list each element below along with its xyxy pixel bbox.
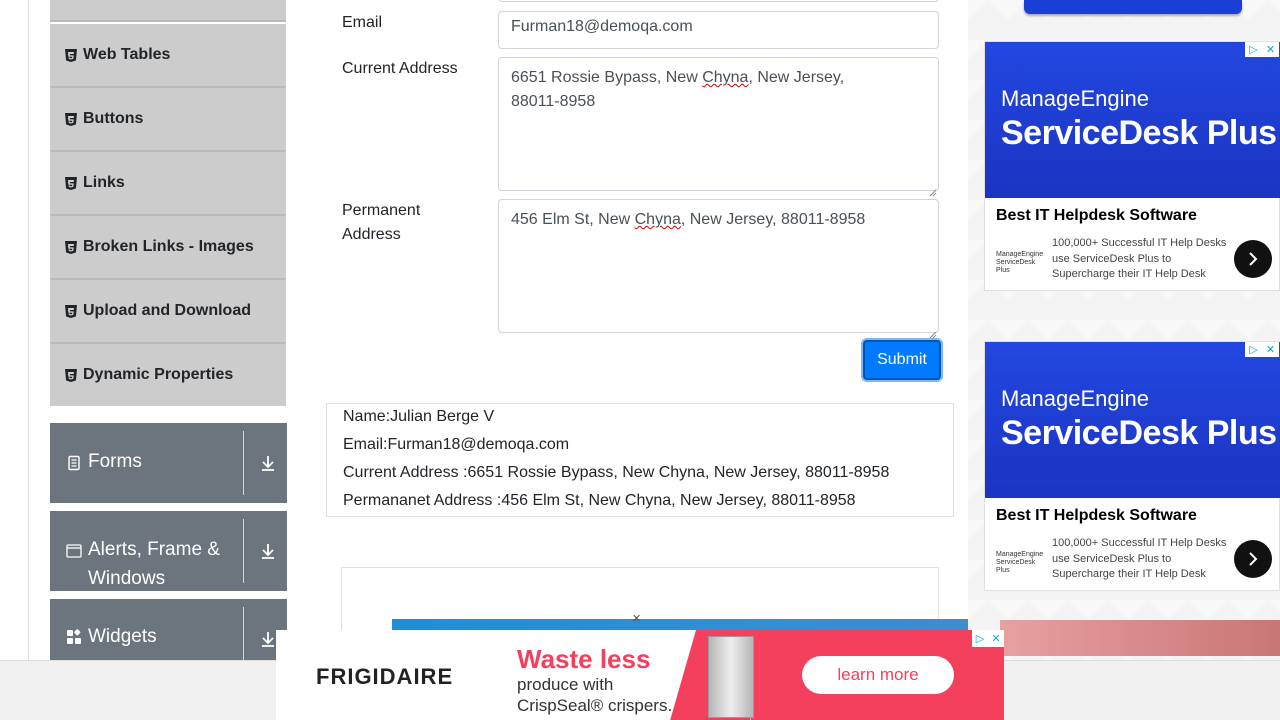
widgets-icon (66, 629, 82, 645)
html5-icon (65, 48, 77, 62)
current-address-field[interactable]: 6651 Rossie Bypass, New Chyna, New Jerse… (498, 57, 939, 197)
ad-headline: Best IT Helpdesk Software (996, 207, 1197, 224)
email-label: Email (342, 14, 383, 31)
group-divider (243, 431, 244, 495)
adchoices-icon[interactable]: ▷ ✕ (1245, 342, 1279, 357)
sidebar-item-label: Web Tables (83, 46, 171, 63)
sidebar-item-label: Upload and Download (83, 302, 251, 319)
ad-tagline-line: CrispSeal® crispers. (517, 696, 673, 715)
ad-tagline: produce with CrispSeal® crispers. (517, 674, 672, 716)
adchoices-icon[interactable]: ▷ ✕ (1245, 42, 1279, 57)
permanent-address-label: Permanent Address (342, 202, 421, 243)
group-alerts-label: Alerts, Frame & Windows (88, 539, 220, 589)
download-icon[interactable] (258, 629, 278, 654)
chevron-right-icon[interactable] (1234, 240, 1272, 278)
sidebar-item-dynamic-properties[interactable]: Dynamic Properties (50, 344, 286, 406)
ad-headline: Waste less (517, 644, 651, 674)
output-email: Email:Furman18@demoqa.com (343, 436, 570, 453)
learn-more-button[interactable]: learn more (802, 656, 954, 694)
current-address-text: 88011-8958 (511, 93, 596, 110)
output-name: Name:Julian Berge V (343, 408, 495, 425)
full-name-input-partial[interactable] (498, 0, 939, 2)
sidebar-item-label: Links (83, 174, 125, 191)
close-icon[interactable]: ✕ (632, 612, 641, 625)
sidebar-item-links[interactable]: Links (50, 152, 286, 216)
html5-icon (65, 304, 77, 318)
current-address-text: 6651 Rossie Bypass, New (511, 69, 703, 86)
frigidaire-ad[interactable]: FRIGIDAIRE Waste less produce with Crisp… (276, 630, 1004, 720)
ad-brand: ManageEngine (1001, 86, 1150, 111)
group-divider (243, 519, 244, 583)
top-ad-button[interactable] (1024, 0, 1242, 14)
submit-button[interactable]: Submit (863, 340, 941, 380)
email-field[interactable]: Furman18@demoqa.com (498, 11, 939, 49)
permanent-address-text: 456 Elm St, New (511, 211, 635, 228)
sidebar-item-upload-download[interactable]: Upload and Download (50, 280, 286, 344)
output-panel: Name:Julian Berge V Email:Furman18@demoq… (326, 403, 954, 517)
page: Web Tables Buttons Links Broken Links - … (0, 0, 1280, 720)
group-forms[interactable]: Forms (50, 423, 287, 503)
spellcheck-word: Chyna (702, 69, 749, 86)
sidebar-item-web-tables[interactable]: Web Tables (50, 24, 286, 88)
window-icon (66, 543, 82, 559)
ad-small-logo: ManageEngine ServiceDesk Plus (996, 551, 1044, 574)
ad-product: ServiceDesk Plus (1001, 114, 1277, 152)
download-icon[interactable] (258, 453, 278, 478)
ad-servicedesk-1[interactable]: ManageEngine ServiceDesk Plus ▷ ✕ Best IT… (984, 41, 1280, 291)
frigidaire-logo: FRIGIDAIRE (316, 664, 454, 689)
ad-description: 100,000+ Successful IT Help Desks use Se… (1052, 537, 1227, 580)
ad-tagline-line: produce with (517, 675, 614, 694)
sidebar-item-label: Buttons (83, 110, 144, 127)
sidebar-item-label: Broken Links - Images (83, 238, 254, 255)
sidebar-item-partial[interactable] (50, 0, 286, 22)
group-forms-label: Forms (88, 451, 142, 472)
email-value: Furman18@demoqa.com (511, 18, 693, 35)
left-divider (28, 0, 29, 660)
permanent-address-text: , New Jersey, 88011-8958 (680, 211, 866, 228)
sidebar-item-buttons[interactable]: Buttons (50, 88, 286, 152)
ad-description: 100,000+ Successful IT Help Desks use Se… (1052, 237, 1227, 280)
right-ad-bottom-strip (1000, 620, 1280, 656)
sidebar-item-label: Dynamic Properties (83, 366, 234, 383)
html5-icon (65, 112, 77, 126)
html5-icon (65, 368, 77, 382)
document-icon (66, 455, 82, 471)
group-widgets-label: Widgets (88, 626, 157, 647)
adchoices-icon[interactable]: ▷ ✕ (972, 630, 1004, 647)
ad-small-logo: ManageEngine ServiceDesk Plus (996, 251, 1044, 274)
sidebar-item-broken-links[interactable]: Broken Links - Images (50, 216, 286, 280)
output-permanent-address: Permananet Address :456 Elm St, New Chyn… (343, 492, 856, 509)
permanent-address-field[interactable]: 456 Elm St, New Chyna, New Jersey, 88011… (498, 199, 939, 339)
spellcheck-word: Chyna (634, 211, 681, 228)
chevron-right-icon[interactable] (1234, 540, 1272, 578)
download-icon[interactable] (258, 541, 278, 566)
ad-servicedesk-2[interactable]: ManageEngine ServiceDesk Plus ▷ ✕ Best IT… (984, 341, 1280, 591)
output-current-address: Current Address :6651 Rossie Bypass, New… (343, 464, 890, 481)
ad-headline: Best IT Helpdesk Software (996, 507, 1197, 524)
group-alerts-frame-windows[interactable]: Alerts, Frame & Windows (50, 511, 287, 591)
ad-product: ServiceDesk Plus (1001, 414, 1277, 452)
html5-icon (65, 240, 77, 254)
group-divider (243, 607, 244, 660)
current-address-label: Current Address (342, 60, 458, 77)
group-widgets[interactable]: Widgets (50, 599, 287, 660)
resize-grip-icon[interactable] (929, 181, 937, 197)
resize-grip-icon[interactable] (929, 323, 937, 339)
ad-brand: ManageEngine (1001, 386, 1150, 411)
fridge-image (708, 636, 754, 718)
current-address-text: , New Jersey, (748, 69, 845, 86)
html5-icon (65, 176, 77, 190)
